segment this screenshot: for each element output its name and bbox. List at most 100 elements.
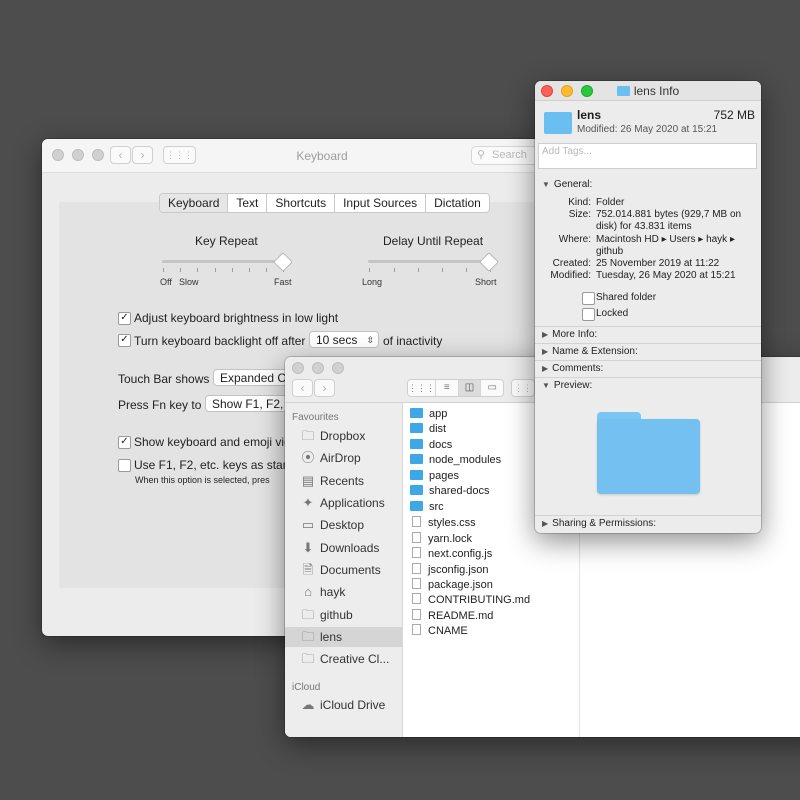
markdown-file-icon xyxy=(412,609,421,620)
sidebar-section-favourites: Favourites xyxy=(292,412,339,423)
disclosure-closed-icon: ▶ xyxy=(542,347,549,356)
window-controls xyxy=(292,362,344,374)
where-row: Where: Macintosh HD ▸ Users ▸ hayk ▸ xyxy=(558,234,735,245)
list-item[interactable]: dist xyxy=(410,422,446,437)
close-button[interactable] xyxy=(292,362,304,374)
list-item[interactable]: styles.css xyxy=(410,515,476,530)
backlight-timeout-select[interactable]: 10 secs ⇳ xyxy=(309,331,379,348)
forward-button[interactable]: › xyxy=(314,379,335,397)
list-item[interactable]: node_modules xyxy=(410,453,501,468)
show-viewers-checkbox[interactable]: ✓ xyxy=(118,436,131,449)
folder-icon xyxy=(544,112,572,134)
backlight-timeout-value: 10 secs xyxy=(316,333,358,347)
sidebar-item-downloads[interactable]: ⬇ Downloads xyxy=(285,538,402,558)
documents-icon: 🗎 xyxy=(302,562,314,577)
general-section-header[interactable]: ▼ General: xyxy=(542,179,592,190)
tab-input-sources[interactable]: Input Sources xyxy=(334,194,425,212)
delay-short-label: Short xyxy=(475,277,497,287)
shared-folder-checkbox[interactable] xyxy=(582,292,595,305)
sidebar-item-dropbox[interactable]: 🗀 Dropbox xyxy=(285,426,402,446)
more-info-section-header[interactable]: ▶ More Info: xyxy=(542,329,597,340)
window-title-group: lens Info xyxy=(535,84,761,98)
list-item[interactable]: pages xyxy=(410,469,459,484)
name-extension-section-header[interactable]: ▶ Name & Extension: xyxy=(542,346,638,357)
fn-key-select[interactable]: Show F1, F2, e xyxy=(205,395,290,412)
file-icon xyxy=(412,578,421,589)
sidebar-item-github[interactable]: 🗀 github xyxy=(285,605,402,625)
fn-key-label: Press Fn key to xyxy=(118,398,202,412)
key-repeat-off-label: Off xyxy=(160,277,172,287)
info-window: lens Info lens 752 MB Modified: 26 May 2… xyxy=(535,81,761,533)
updown-chevron-icon: ⇳ xyxy=(366,335,374,345)
tab-shortcuts[interactable]: Shortcuts xyxy=(266,194,334,212)
locked-label: Locked xyxy=(596,308,629,319)
list-item[interactable]: CONTRIBUTING.md xyxy=(410,592,530,607)
key-repeat-label: Key Repeat xyxy=(195,234,258,248)
disclosure-closed-icon: ▶ xyxy=(542,364,549,373)
list-item[interactable]: shared-docs xyxy=(410,484,490,499)
comments-section-header[interactable]: ▶ Comments: xyxy=(542,363,603,374)
adjust-brightness-checkbox[interactable]: ✓ xyxy=(118,312,131,325)
list-item[interactable]: package.json xyxy=(410,577,493,592)
sidebar-item-recents[interactable]: ▤ Recents xyxy=(285,471,402,491)
key-repeat-slider[interactable] xyxy=(162,260,288,263)
group-by-icon[interactable]: ⋮⋮ xyxy=(511,379,535,397)
key-repeat-slow-label: Slow xyxy=(179,277,199,287)
use-f-keys-checkbox[interactable] xyxy=(118,459,131,472)
view-mode-group: ⋮⋮⋮ ≡ ◫ ▭ xyxy=(407,379,504,397)
minimize-button[interactable] xyxy=(312,362,324,374)
titlebar: ‹ › ⋮⋮⋮ Keyboard ⚲ Search xyxy=(42,139,602,173)
list-item[interactable]: CNAME xyxy=(410,623,468,638)
delay-until-repeat-label: Delay Until Repeat xyxy=(383,234,484,248)
column-view-icon[interactable]: ◫ xyxy=(457,380,481,396)
disclosure-closed-icon: ▶ xyxy=(542,330,549,339)
tab-dictation[interactable]: Dictation xyxy=(425,194,489,212)
sidebar-item-lens[interactable]: 🗀 lens xyxy=(285,627,402,647)
file-icon xyxy=(412,532,421,543)
file-icon xyxy=(412,547,421,558)
list-item[interactable]: README.md xyxy=(410,608,493,623)
disclosure-open-icon: ▼ xyxy=(542,381,550,390)
locked-checkbox[interactable] xyxy=(582,308,595,321)
tab-text[interactable]: Text xyxy=(227,194,266,212)
back-button[interactable]: ‹ xyxy=(292,379,313,397)
delay-until-repeat-slider[interactable] xyxy=(368,260,492,263)
sidebar-item-desktop[interactable]: ▭ Desktop xyxy=(285,515,402,535)
downloads-icon: ⬇ xyxy=(302,540,314,555)
sidebar-item-creative-cloud[interactable]: 🗀 Creative Cl... xyxy=(285,649,402,669)
zoom-button[interactable] xyxy=(332,362,344,374)
sidebar-item-documents[interactable]: 🗎 Documents xyxy=(285,560,402,580)
preview-section-header[interactable]: ▼ Preview: xyxy=(542,380,592,391)
list-item[interactable]: jsconfig.json xyxy=(410,562,489,577)
folder-icon: 🗀 xyxy=(301,428,315,443)
folder-preview-icon xyxy=(597,419,700,494)
delay-long-label: Long xyxy=(362,277,383,287)
shared-folder-label: Shared folder xyxy=(596,292,657,303)
folder-icon xyxy=(410,485,423,495)
list-item[interactable]: docs xyxy=(410,438,452,453)
icon-view-icon[interactable]: ⋮⋮⋮ xyxy=(408,380,435,396)
sidebar-item-applications[interactable]: ✦ Applications xyxy=(285,493,402,513)
backlight-off-checkbox[interactable]: ✓ xyxy=(118,334,131,347)
sidebar-item-icloud-drive[interactable]: ☁ iCloud Drive xyxy=(285,695,402,715)
list-item[interactable]: yarn.lock xyxy=(410,531,472,546)
list-view-icon[interactable]: ≡ xyxy=(435,380,458,396)
sidebar-item-hayk[interactable]: ⌂ hayk xyxy=(285,582,402,602)
sidebar-item-airdrop[interactable]: ⦿ AirDrop xyxy=(285,448,402,468)
tags-placeholder: Add Tags... xyxy=(542,146,592,157)
list-item[interactable]: app xyxy=(410,407,447,422)
size-row-cont: disk) for 43.831 items xyxy=(596,221,692,232)
touch-bar-select[interactable]: Expanded Co xyxy=(213,369,293,386)
list-item[interactable]: next.config.js xyxy=(410,546,492,561)
list-item[interactable]: src xyxy=(410,500,444,515)
tab-keyboard[interactable]: Keyboard xyxy=(160,194,228,212)
adjust-brightness-label: Adjust keyboard brightness in low light xyxy=(134,311,339,325)
folder-icon: 🗀 xyxy=(301,629,315,644)
sharing-permissions-section-header[interactable]: ▶ Sharing & Permissions: xyxy=(542,518,656,529)
touch-bar-value: Expanded Co xyxy=(220,371,293,385)
gallery-view-icon[interactable]: ▭ xyxy=(480,380,503,396)
markdown-file-icon xyxy=(412,593,421,604)
folder-icon xyxy=(410,408,423,418)
file-icon xyxy=(412,516,421,527)
tags-input[interactable]: Add Tags... xyxy=(538,143,757,169)
